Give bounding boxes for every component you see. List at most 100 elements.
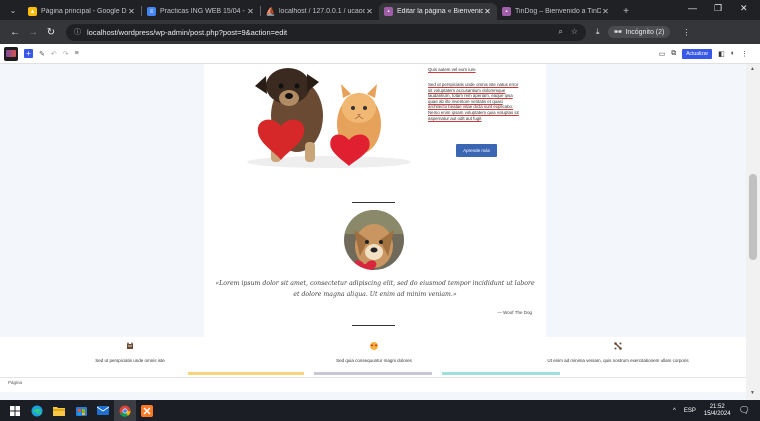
pricing-strip-teal [442,372,560,375]
clock[interactable]: 21:52 15/4/2024 [704,404,731,418]
show-hidden-icons-chevron-icon[interactable]: ^ [673,408,676,414]
phpmyadmin-icon: ⛵ [265,7,276,16]
back-icon[interactable]: ← [6,27,24,38]
forward-icon[interactable]: → [24,27,42,38]
feature-text: Sed ut perspiciatis unde omnis iste [95,358,165,363]
windows-start-icon[interactable] [4,400,26,421]
pricing-strip-grey [314,372,432,375]
scroll-thumb[interactable] [749,174,757,260]
text-line: Nemo enim ipsam voluptatem quia voluptas… [428,109,519,115]
reload-icon[interactable]: ↻ [42,27,60,38]
tab-title: TinDog – Bienvenido a TinD [515,8,601,15]
google-docs-icon: ≡ [147,7,156,16]
clock-date: 15/4/2024 [703,410,731,417]
breadcrumb-label[interactable]: Página [8,380,22,385]
close-icon[interactable]: ✕ [127,7,136,16]
undo-icon[interactable]: ↶ [51,50,57,58]
tab-0[interactable]: ▲ Página principal - Google D ✕ [23,3,141,20]
pencil-tool-icon[interactable]: ✎ [39,50,45,58]
notification-center-icon[interactable]: 🗨 [739,405,750,416]
system-tray: ^ ESP 21:52 15/4/2024 🗨 [673,404,750,418]
google-drive-icon: ▲ [28,7,37,16]
page-scrollbar[interactable]: ▲ ▼ [746,64,760,400]
testimonial-author: — Woof The Dog [497,310,532,315]
puppy-kitten-hearts-image[interactable] [241,64,417,170]
minimize-button[interactable]: — [688,3,697,13]
dog-icon [125,341,135,351]
scroll-up-icon[interactable]: ▲ [750,66,755,72]
url-text: localhost/wordpress/wp-admin/post.php?po… [87,27,288,37]
windows-taskbar: ^ ESP 21:52 15/4/2024 🗨 [0,400,760,421]
text-paragraph-2[interactable]: Sed ut perspiciatis unde omnis iste natu… [428,82,530,121]
styles-icon[interactable]: ◐ [731,50,735,57]
file-explorer-icon[interactable] [48,400,70,421]
scroll-down-icon[interactable]: ▼ [750,390,755,396]
close-icon[interactable]: ✕ [246,7,255,16]
incognito-badge[interactable]: 🕶 Incógnito (2) [607,26,671,38]
update-button[interactable]: Actualizar [682,48,713,59]
tab-strip: ⌄ ▲ Página principal - Google D ✕ ≡ Prac… [0,0,760,20]
options-kebab-icon[interactable]: ⋮ [741,50,748,58]
tab-title: Practicas ING WEB 15/04 - D [160,8,246,15]
incognito-icon: 🕶 [613,29,623,36]
tab-title: Página principal - Google D [41,8,127,15]
device-preview-icon[interactable]: ▭ [659,50,666,58]
search-icon[interactable]: ⌕ [558,27,562,37]
mail-icon[interactable] [92,400,114,421]
tab-title: Editar la página « Bienvenid [397,8,483,15]
settings-icon[interactable]: ◧ [718,50,725,58]
heart-face-icon [369,341,379,351]
close-window-button[interactable]: ✕ [740,3,748,14]
bone-icon [613,341,623,351]
page-viewport: + ✎ ↶ ↷ ≡ ▭ ⧉ Actualizar ◧ ◐ ⋮ Quis aute… [0,44,760,400]
feature-item[interactable]: Sed quia consequuntur magni dolores Leer… [269,337,479,382]
view-page-icon[interactable]: ⧉ [671,50,676,58]
chrome-taskbar-icon[interactable] [114,400,136,421]
learn-more-button[interactable]: Aprende más [456,144,497,157]
redo-icon[interactable]: ↷ [63,50,69,58]
browser-toolbar: ← → ↻ ⓘ localhost/wordpress/wp-admin/pos… [0,20,760,44]
microsoft-store-icon[interactable] [70,400,92,421]
tab-4[interactable]: ▪ TinDog – Bienvenido a TinD ✕ [497,3,615,20]
xampp-icon[interactable] [136,400,158,421]
wordpress-site-icon: ▪ [502,7,511,16]
wordpress-site-icon: ▪ [384,7,393,16]
clock-time: 21:52 [709,403,725,410]
tab-title: localhost / 127.0.0.1 / ucaoc [279,8,365,15]
document-overview-icon[interactable]: ≡ [75,50,79,57]
testimonial-quote[interactable]: «Lorem ipsum dolor sit amet, consectetur… [214,278,536,300]
text-paragraph-1[interactable]: Quis autem vel eum iure [428,67,530,73]
close-icon[interactable]: ✕ [601,7,610,16]
block-breadcrumb-bar: Página [0,377,746,386]
text-line: Sed ut perspiciatis unde omnis iste natu… [428,82,519,87]
text-line: Quis autem vel eum iure [428,67,476,72]
site-info-icon[interactable]: ⓘ [74,27,81,37]
bookmark-star-icon[interactable]: ☆ [571,27,578,37]
language-indicator[interactable]: ESP [684,408,696,414]
new-tab-button[interactable]: + [619,6,633,17]
address-bar[interactable]: ⓘ localhost/wordpress/wp-admin/post.php?… [66,23,586,41]
tab-3[interactable]: ▪ Editar la página « Bienvenid ✕ [379,3,497,20]
separator-bottom [352,325,395,326]
incognito-label: Incógnito (2) [625,28,665,36]
feature-text: Ut enim ad minima veniam, quis nostrum e… [547,358,689,363]
tab-search-icon[interactable]: ⌄ [6,3,20,17]
tab-2[interactable]: ⛵ localhost / 127.0.0.1 / ucaoc ✕ [261,3,379,20]
maximize-button[interactable]: ❐ [714,3,722,14]
block-inserter-plus-icon[interactable]: + [24,49,33,58]
close-icon[interactable]: ✕ [365,7,374,16]
close-icon[interactable]: ✕ [483,7,492,16]
pricing-strip-yellow [188,372,304,375]
wp-editor-toolbar: + ✎ ↶ ↷ ≡ ▭ ⧉ Actualizar ◧ ◐ ⋮ [0,44,760,64]
feature-item[interactable]: Ut enim ad minima veniam, quis nostrum e… [513,337,723,382]
text-line: aspernatur aut odit aut fugit [428,115,482,121]
edge-icon[interactable] [26,400,48,421]
menu-kebab-icon[interactable]: ⋮ [682,28,690,37]
feature-item[interactable]: Sed ut perspiciatis unde omnis iste Leer… [25,337,235,382]
feature-text: Sed quia consequuntur magni dolores [336,358,412,363]
download-icon[interactable]: ⤓ [596,27,600,37]
tab-1[interactable]: ≡ Practicas ING WEB 15/04 - D ✕ [142,3,260,20]
site-icon[interactable] [4,46,18,61]
dog-avatar-image[interactable] [344,210,404,270]
separator-top [352,202,395,203]
